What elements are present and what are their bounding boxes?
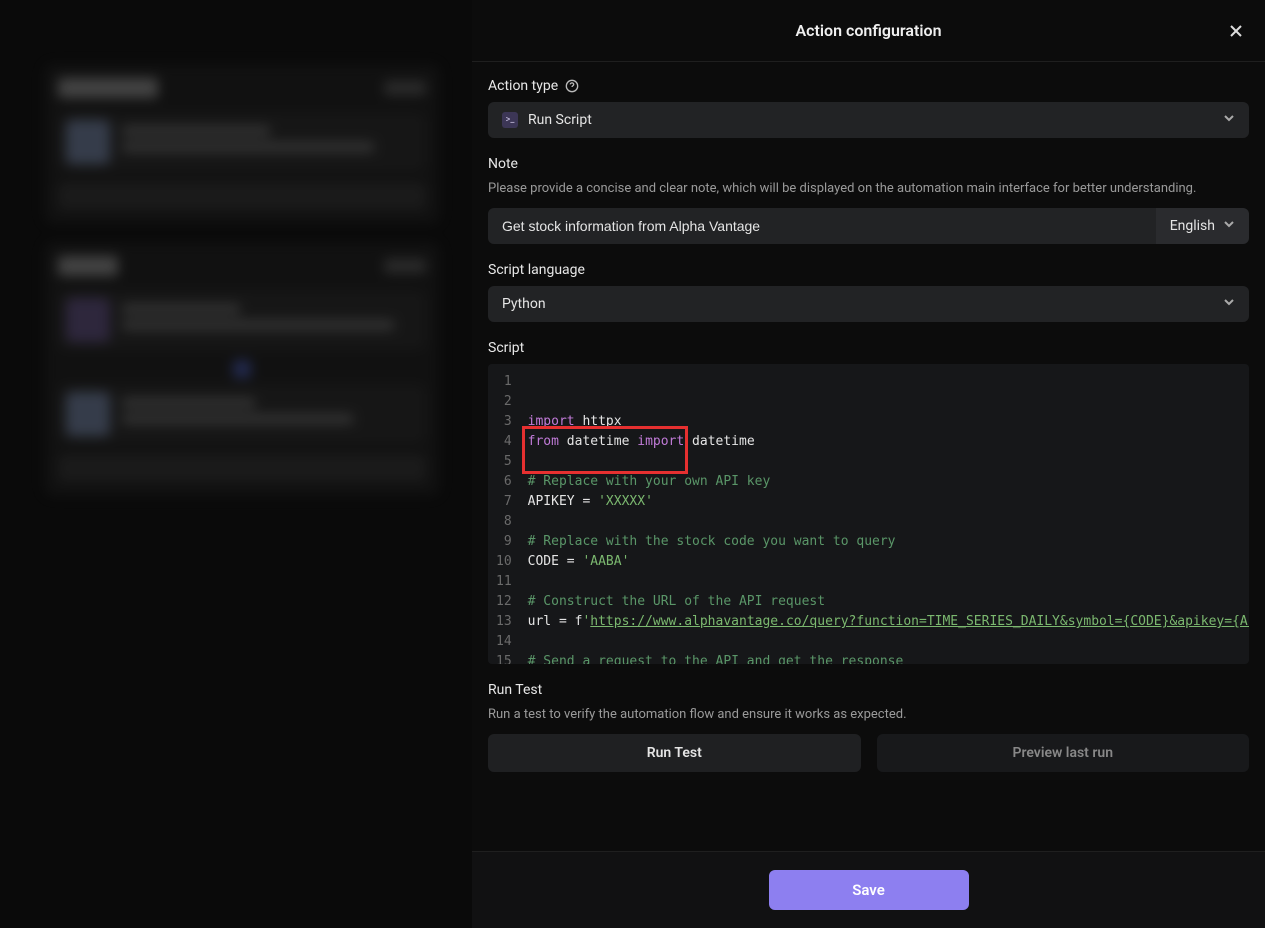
script-lang-label: Script language <box>488 262 1249 278</box>
script-lang-select[interactable]: Python <box>488 286 1249 322</box>
chevron-down-icon <box>1223 112 1235 128</box>
close-icon[interactable] <box>1225 20 1247 42</box>
preview-last-run-button[interactable]: Preview last run <box>877 734 1250 772</box>
note-lang-select[interactable]: English <box>1156 208 1249 244</box>
script-editor[interactable]: 123456789101112131415 import httpxfrom d… <box>488 364 1249 664</box>
help-icon[interactable] <box>564 79 579 94</box>
run-test-desc: Run a test to verify the automation flow… <box>488 706 1249 724</box>
run-test-button[interactable]: Run Test <box>488 734 861 772</box>
action-config-panel: Action configuration Action type >_ Run … <box>472 0 1265 928</box>
run-test-label: Run Test <box>488 682 1249 698</box>
action-type-select[interactable]: >_ Run Script <box>488 102 1249 138</box>
panel-title: Action configuration <box>795 21 941 40</box>
note-desc: Please provide a concise and clear note,… <box>488 180 1249 198</box>
panel-footer: Save <box>472 851 1265 928</box>
code-lines[interactable]: import httpxfrom datetime import datetim… <box>522 364 1249 664</box>
panel-body: Action type >_ Run Script Note Please pr… <box>472 62 1265 851</box>
save-button[interactable]: Save <box>769 870 969 910</box>
panel-header: Action configuration <box>472 0 1265 62</box>
script-lang-value: Python <box>502 296 546 312</box>
chevron-down-icon <box>1223 296 1235 312</box>
background-blur <box>0 0 470 928</box>
script-label: Script <box>488 340 1249 356</box>
note-label: Note <box>488 156 1249 172</box>
action-type-value: Run Script <box>528 112 592 128</box>
action-type-label: Action type <box>488 78 1249 94</box>
script-icon: >_ <box>502 112 518 128</box>
line-gutter: 123456789101112131415 <box>488 364 522 664</box>
note-input[interactable] <box>488 208 1156 244</box>
chevron-down-icon <box>1223 218 1235 234</box>
